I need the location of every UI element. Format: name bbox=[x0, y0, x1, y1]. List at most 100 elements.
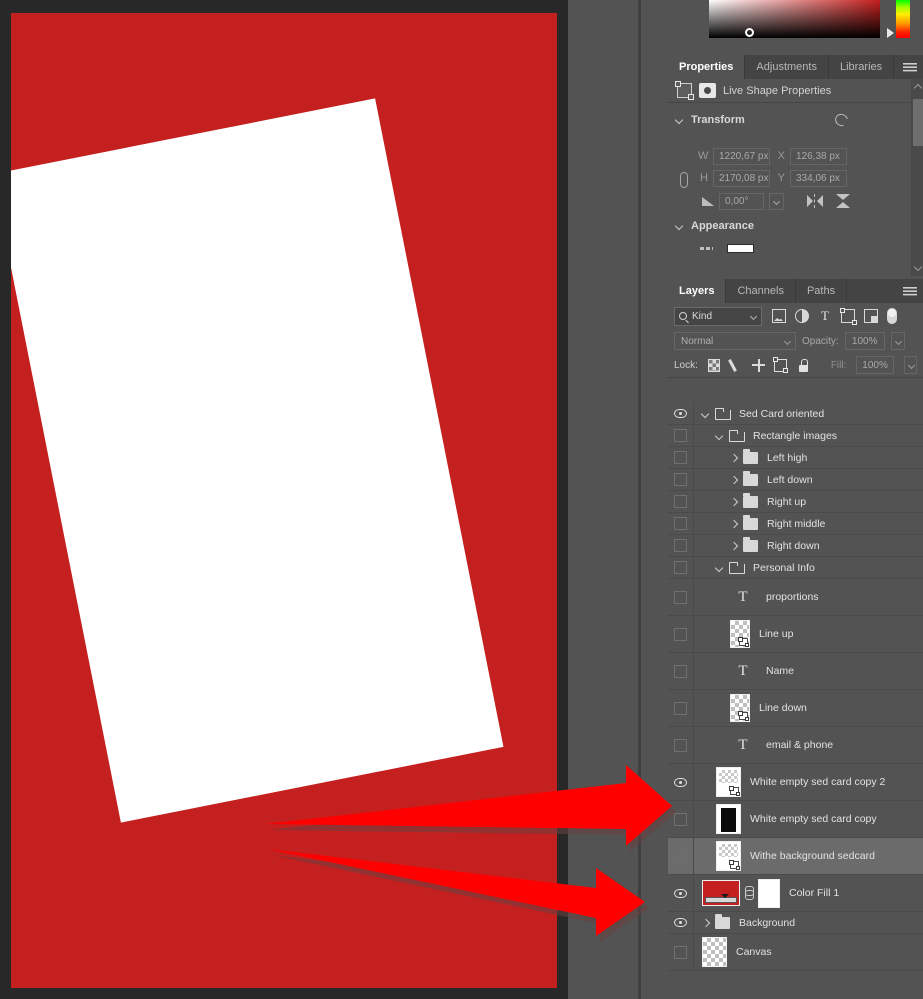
layer-visibility-toggle-on[interactable] bbox=[668, 912, 694, 933]
tab-adjustments[interactable]: Adjustments bbox=[745, 55, 829, 79]
layer-row-content[interactable]: Withe background sedcard bbox=[694, 838, 923, 874]
layer-visibility-toggle-on[interactable] bbox=[668, 403, 694, 424]
height-field[interactable]: 2170,08 px bbox=[713, 169, 770, 187]
filter-toggle-icon[interactable] bbox=[887, 308, 897, 324]
scroll-up-icon[interactable] bbox=[913, 83, 923, 93]
fill-dropdown-icon[interactable] bbox=[903, 356, 917, 374]
layer-visibility-toggle-off[interactable] bbox=[668, 727, 694, 763]
fill-field[interactable]: 100% bbox=[856, 356, 894, 374]
lock-position-icon[interactable] bbox=[752, 358, 766, 372]
layer-thumbnail[interactable] bbox=[716, 804, 741, 834]
layer-row[interactable]: Line down bbox=[668, 690, 923, 727]
layer-row[interactable]: Tproportions bbox=[668, 579, 923, 616]
layer-row-content[interactable]: Background bbox=[694, 912, 923, 933]
tab-layers[interactable]: Layers bbox=[668, 279, 727, 303]
layer-row-content[interactable]: Personal Info bbox=[694, 557, 923, 578]
layer-visibility-toggle-off[interactable] bbox=[668, 447, 694, 468]
layer-row[interactable]: Line up bbox=[668, 616, 923, 653]
layer-row[interactable]: T Name bbox=[668, 653, 923, 690]
scrollbar-thumb[interactable] bbox=[913, 99, 923, 146]
layer-visibility-toggle-off[interactable] bbox=[668, 557, 694, 578]
filter-kind-select[interactable]: Kind bbox=[674, 306, 762, 326]
opacity-dropdown-icon[interactable] bbox=[890, 332, 905, 350]
layer-row-content[interactable]: Right middle bbox=[694, 513, 923, 534]
layer-visibility-toggle-off[interactable] bbox=[668, 653, 694, 689]
transform-section-header[interactable]: Transform bbox=[668, 109, 923, 131]
layer-row[interactable]: Rectangle images bbox=[668, 425, 923, 447]
flip-vertical-icon[interactable] bbox=[836, 194, 850, 208]
properties-scrollbar[interactable] bbox=[911, 79, 923, 276]
layer-visibility-toggle-off[interactable] bbox=[668, 838, 694, 874]
hue-slider[interactable] bbox=[896, 0, 910, 38]
layer-thumbnail[interactable] bbox=[702, 937, 727, 967]
layer-row[interactable]: Canvas bbox=[668, 934, 923, 971]
lock-transparent-pixels-icon[interactable] bbox=[707, 358, 721, 372]
layer-row-content[interactable]: Tproportions bbox=[694, 579, 923, 615]
layer-row-content[interactable]: Temail & phone bbox=[694, 727, 923, 763]
layer-row-content[interactable]: Line up bbox=[694, 616, 923, 652]
lock-all-icon[interactable] bbox=[797, 358, 809, 372]
tab-channels[interactable]: Channels bbox=[726, 279, 796, 303]
appearance-section-header[interactable]: Appearance bbox=[668, 215, 923, 237]
adjustment-filter-icon[interactable] bbox=[795, 309, 809, 323]
layer-row[interactable]: White empty sed card copy bbox=[668, 801, 923, 838]
color-picker-handle[interactable] bbox=[745, 28, 754, 37]
chevron-down-icon[interactable] bbox=[702, 410, 710, 418]
layer-visibility-toggle-on[interactable] bbox=[668, 764, 694, 800]
layer-mask-thumbnail[interactable] bbox=[758, 878, 780, 908]
tab-libraries[interactable]: Libraries bbox=[828, 55, 895, 79]
scroll-down-icon[interactable] bbox=[913, 262, 923, 272]
layers-panel-menu-button[interactable] bbox=[903, 279, 923, 303]
layer-row[interactable]: Right down bbox=[668, 535, 923, 557]
layer-visibility-toggle-off[interactable] bbox=[668, 535, 694, 556]
layer-visibility-toggle-off[interactable] bbox=[668, 491, 694, 512]
layer-visibility-toggle-off[interactable] bbox=[668, 690, 694, 726]
fill-color-swatch[interactable] bbox=[727, 243, 754, 253]
layers-tabbar[interactable]: Layers Channels Paths bbox=[668, 279, 923, 303]
layer-thumbnail[interactable] bbox=[716, 841, 741, 871]
reset-transform-icon[interactable] bbox=[832, 111, 851, 129]
layer-visibility-toggle-on[interactable] bbox=[668, 875, 694, 911]
layer-row[interactable]: White empty sed card copy 2 bbox=[668, 764, 923, 801]
type-filter-icon[interactable]: T bbox=[818, 309, 832, 323]
layer-visibility-toggle-off[interactable] bbox=[668, 579, 694, 615]
y-field[interactable]: 334,06 px bbox=[790, 169, 847, 187]
layer-row-content[interactable]: T Name bbox=[694, 653, 923, 689]
chevron-right-icon[interactable] bbox=[730, 498, 738, 506]
hue-slider-arrow[interactable] bbox=[887, 28, 894, 38]
layer-row[interactable]: Left down bbox=[668, 469, 923, 491]
layer-row[interactable]: Sed Card oriented bbox=[668, 403, 923, 425]
layer-row-content[interactable]: Left high bbox=[694, 447, 923, 468]
smart-object-filter-icon[interactable] bbox=[864, 309, 878, 323]
link-dimensions-icon[interactable] bbox=[680, 172, 688, 188]
opacity-field[interactable]: 100% bbox=[844, 332, 885, 350]
shape-filter-icon[interactable] bbox=[839, 307, 857, 325]
layer-row-content[interactable]: Canvas bbox=[694, 934, 923, 970]
properties-panel-menu-button[interactable] bbox=[903, 55, 923, 79]
layer-row[interactable]: Right up bbox=[668, 491, 923, 513]
layer-row-content[interactable]: Line down bbox=[694, 690, 923, 726]
lock-image-pixels-icon[interactable] bbox=[730, 359, 742, 372]
chevron-down-icon[interactable] bbox=[716, 432, 724, 440]
color-picker-strip[interactable] bbox=[668, 0, 923, 55]
link-mask-icon[interactable] bbox=[744, 886, 754, 900]
layer-row-content[interactable]: White empty sed card copy 2 bbox=[694, 764, 923, 800]
document-canvas[interactable] bbox=[11, 13, 557, 988]
layer-thumbnail[interactable] bbox=[716, 767, 741, 797]
layer-visibility-toggle-off[interactable] bbox=[668, 616, 694, 652]
layer-visibility-toggle-off[interactable] bbox=[668, 469, 694, 490]
layer-visibility-toggle-off[interactable] bbox=[668, 425, 694, 446]
color-fill-swatch[interactable] bbox=[702, 880, 740, 906]
layer-row-content[interactable]: Right up bbox=[694, 491, 923, 512]
chevron-right-icon[interactable] bbox=[730, 476, 738, 484]
layer-row[interactable]: Background bbox=[668, 912, 923, 934]
layer-row-content[interactable]: Color Fill 1 bbox=[694, 875, 923, 911]
flip-horizontal-icon[interactable] bbox=[807, 194, 823, 208]
x-field[interactable]: 126,38 px bbox=[790, 147, 847, 165]
tab-paths[interactable]: Paths bbox=[795, 279, 848, 303]
layer-row[interactable]: Withe background sedcard bbox=[668, 838, 923, 875]
chevron-right-icon[interactable] bbox=[730, 542, 738, 550]
layer-row-content[interactable]: Right down bbox=[694, 535, 923, 556]
chevron-right-icon[interactable] bbox=[730, 520, 738, 528]
layer-visibility-toggle-off[interactable] bbox=[668, 513, 694, 534]
